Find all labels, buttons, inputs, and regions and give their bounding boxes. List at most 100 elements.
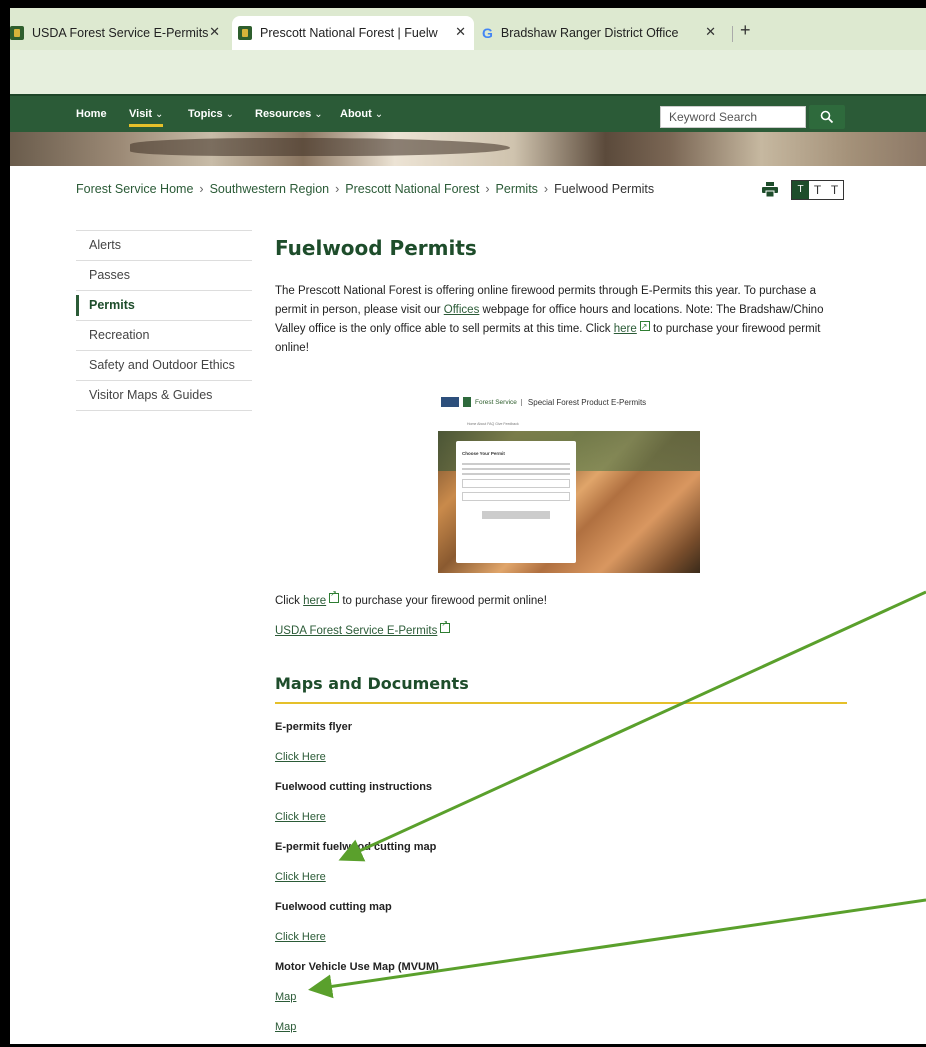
- tab-usda-epermits[interactable]: USDA Forest Service E-Permits ✕: [10, 16, 228, 50]
- new-tab-button[interactable]: +: [740, 20, 751, 41]
- nav-about[interactable]: About ⌄: [340, 108, 383, 120]
- nav-home[interactable]: Home: [76, 108, 107, 120]
- chevron-down-icon: ⌄: [374, 109, 384, 120]
- doc-link-cutting-map[interactable]: Click Here: [275, 931, 326, 943]
- doc-link-epermits-flyer[interactable]: Click Here: [275, 751, 326, 763]
- external-link-icon: [329, 589, 340, 603]
- breadcrumb-item[interactable]: Southwestern Region: [210, 182, 330, 196]
- page-title: Fuelwood Permits: [275, 236, 477, 260]
- image-card-line: [462, 463, 570, 465]
- nav-home-label: Home: [76, 108, 107, 120]
- sidebar-item-visitor-maps[interactable]: Visitor Maps & Guides: [76, 380, 252, 411]
- forest-service-shield-icon: [463, 397, 471, 407]
- main-content: Fuelwood Permits The Prescott National F…: [275, 230, 847, 1033]
- tab-title: Bradshaw Ranger District Office: [500, 26, 679, 40]
- image-fs-label: Forest Service: [475, 398, 522, 406]
- text-size-control: T T T: [791, 180, 844, 200]
- breadcrumb-item[interactable]: Prescott National Forest: [345, 182, 479, 196]
- nav-resources[interactable]: Resources ⌄: [255, 108, 323, 120]
- nav-visit[interactable]: Visit ⌄: [129, 108, 164, 127]
- tab-prescott-fuelwood[interactable]: Prescott National Forest | Fuelw ✕: [232, 16, 474, 50]
- doc-link-mvum-map[interactable]: Map: [275, 991, 296, 1003]
- image-card-line: [462, 468, 570, 470]
- purchase-line: Click here to purchase your firewood per…: [275, 589, 547, 607]
- google-favicon-icon: G: [482, 25, 493, 41]
- site-navigation: Home Visit ⌄ Topics ⌄ Resources ⌄ About ⌄ Ke…: [10, 94, 926, 134]
- tab-title: USDA Forest Service E-Permits: [32, 26, 209, 40]
- doc-label-cutting-instructions: Fuelwood cutting instructions: [275, 781, 433, 793]
- breadcrumb-separator: ›: [199, 182, 204, 196]
- breadcrumb-item[interactable]: Forest Service Home: [76, 182, 193, 196]
- nav-resources-label: Resources: [255, 108, 312, 120]
- breadcrumb: Forest Service Home › Southwestern Region ›…: [76, 182, 654, 196]
- close-tab-icon[interactable]: ✕: [705, 24, 716, 40]
- maps-documents-heading: Maps and Documents: [275, 674, 847, 704]
- doc-link-cutting-instructions[interactable]: Click Here: [275, 811, 326, 823]
- chevron-down-icon: ⌄: [225, 109, 235, 120]
- image-card-line: [462, 473, 570, 475]
- sidebar-item-safety[interactable]: Safety and Outdoor Ethics: [76, 350, 252, 380]
- forest-service-favicon-icon: [10, 26, 24, 40]
- breadcrumb-separator: ›: [485, 182, 490, 196]
- tab-title: Prescott National Forest | Fuelw: [260, 26, 438, 40]
- hero-banner-image: [10, 132, 926, 166]
- forest-service-favicon-icon: [238, 26, 252, 40]
- tab-bradshaw-office[interactable]: G Bradshaw Ranger District Office ✕: [476, 16, 724, 50]
- sidebar-item-alerts[interactable]: Alerts: [76, 230, 252, 260]
- nav-about-label: About: [340, 108, 372, 120]
- breadcrumb-separator: ›: [543, 182, 549, 196]
- search-button[interactable]: [809, 105, 845, 129]
- breadcrumb-separator: ›: [335, 182, 340, 196]
- image-card-select: [462, 492, 570, 501]
- close-tab-icon[interactable]: ✕: [209, 24, 220, 40]
- intro-paragraph: The Prescott National Forest is offering…: [275, 282, 847, 358]
- image-card-select: [462, 479, 570, 488]
- chevron-down-icon: ⌄: [314, 109, 323, 120]
- close-tab-icon[interactable]: ✕: [455, 24, 466, 40]
- search-icon: [820, 110, 834, 124]
- image-header: Forest Service Special Forest Product E-…: [427, 387, 703, 417]
- offices-link[interactable]: Offices: [444, 304, 480, 316]
- image-card-button: [482, 511, 550, 519]
- sidebar-item-passes[interactable]: Passes: [76, 260, 252, 290]
- image-card-title: Choose Your Permit: [462, 451, 505, 456]
- image-nav: Home About FAQ Give Feedback: [467, 422, 519, 426]
- epermits-link-row: USDA Forest Service E-Permits: [275, 619, 451, 637]
- sidebar-item-recreation[interactable]: Recreation: [76, 320, 252, 350]
- sidebar-item-permits[interactable]: Permits: [76, 290, 252, 320]
- text-size-small-button[interactable]: T: [792, 181, 809, 199]
- usda-logo: [441, 397, 459, 407]
- text-size-large-button[interactable]: T: [826, 181, 843, 199]
- tab-strip: USDA Forest Service E-Permits ✕ Prescott…: [10, 8, 926, 50]
- print-icon[interactable]: [762, 182, 778, 197]
- purchase-here-link[interactable]: here: [303, 595, 326, 607]
- image-title: Special Forest Product E-Permits: [527, 397, 647, 407]
- usda-epermits-link[interactable]: USDA Forest Service E-Permits: [275, 625, 437, 637]
- browser-window: USDA Forest Service E-Permits ✕ Prescott…: [10, 8, 926, 1044]
- epermits-screenshot-image[interactable]: Forest Service Special Forest Product E-…: [427, 387, 703, 579]
- sidebar-nav: Alerts Passes Permits Recreation Safety …: [76, 230, 252, 411]
- nav-visit-label: Visit: [129, 108, 153, 120]
- image-permit-card: Choose Your Permit: [456, 441, 576, 563]
- external-link-icon: [440, 619, 451, 633]
- chevron-down-icon: ⌄: [155, 109, 164, 120]
- doc-label-cutting-map: Fuelwood cutting map: [275, 901, 392, 913]
- doc-link-map-extra[interactable]: Map: [275, 1021, 296, 1033]
- address-bar-area: [10, 50, 926, 94]
- nav-topics[interactable]: Topics ⌄: [188, 108, 234, 120]
- firewood-photo: Choose Your Permit: [438, 431, 700, 573]
- here-link[interactable]: here: [614, 323, 637, 335]
- purchase-line-text: Click: [275, 595, 304, 607]
- purchase-line-text: to purchase your firewood permit online!: [339, 595, 547, 607]
- breadcrumb-current: Fuelwood Permits: [554, 182, 655, 196]
- tab-divider: [732, 26, 733, 42]
- text-size-medium-button[interactable]: T: [809, 181, 826, 199]
- nav-topics-label: Topics: [188, 108, 223, 120]
- doc-label-mvum: Motor Vehicle Use Map (MVUM): [275, 961, 439, 973]
- doc-label-epermit-cutting-map: E-permit fuelwood cutting map: [275, 841, 437, 853]
- breadcrumb-item[interactable]: Permits: [496, 182, 538, 196]
- external-link-icon: [639, 317, 650, 336]
- search-input[interactable]: Keyword Search: [660, 106, 806, 128]
- doc-label-epermits-flyer: E-permits flyer: [275, 721, 353, 733]
- doc-link-epermit-cutting-map[interactable]: Click Here: [275, 871, 326, 883]
